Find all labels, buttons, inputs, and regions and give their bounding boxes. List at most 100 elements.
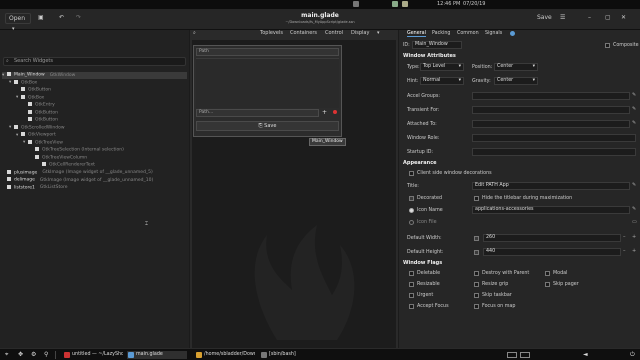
tree-row[interactable]: ▾ GtkTreeView xyxy=(2,139,63,147)
accessibility-icon[interactable] xyxy=(510,31,515,36)
move-icon[interactable]: ✥ xyxy=(18,351,23,358)
position-select[interactable]: Center ▾ xyxy=(494,63,538,71)
tree-row[interactable]: plusimage GtkImage (Image widget of __gla… xyxy=(2,169,153,177)
open-button[interactable]: Open ▾ xyxy=(5,13,31,32)
date[interactable]: 07/20/19 xyxy=(463,1,485,7)
decorated-checkbox[interactable] xyxy=(409,196,414,201)
menu-icon[interactable]: ☰ xyxy=(560,13,565,23)
composite-checkbox[interactable] xyxy=(605,43,610,48)
default-height-field[interactable]: 440 xyxy=(483,248,621,256)
battery-icon[interactable] xyxy=(402,1,408,7)
tree-row[interactable]: GtkCellRendererText xyxy=(2,162,95,169)
icon-file-radio[interactable] xyxy=(409,220,414,225)
type-select[interactable]: Top Level ▾ xyxy=(420,63,464,71)
default-height-decrement-icon[interactable]: – xyxy=(623,248,626,254)
gravity-select[interactable]: Center ▾ xyxy=(494,77,538,85)
app-menu-icon[interactable]: ⌖ xyxy=(5,351,8,359)
window-role-field[interactable] xyxy=(472,134,636,142)
accel-groups-edit-icon[interactable]: ✎ xyxy=(632,92,636,98)
volume-icon[interactable]: ◄ xyxy=(583,351,588,358)
flag-checkbox[interactable] xyxy=(409,304,414,309)
flag-checkbox[interactable] xyxy=(409,271,414,276)
redo-icon[interactable]: ↷ xyxy=(76,13,81,23)
clock[interactable]: 12:46 PM xyxy=(437,1,460,7)
flag-checkbox[interactable] xyxy=(474,293,479,298)
delete-icon[interactable] xyxy=(333,110,337,114)
tab-containers[interactable]: Containers xyxy=(290,30,317,36)
title-edit-icon[interactable]: ✎ xyxy=(632,182,636,188)
network-icon[interactable] xyxy=(392,1,398,7)
palette-more-icon[interactable]: ▾ xyxy=(377,30,380,36)
flag-checkbox[interactable] xyxy=(474,282,479,287)
tree-row[interactable]: ▾ GtkViewport xyxy=(2,132,56,139)
icon-file-browse-icon[interactable]: ▭ xyxy=(632,219,637,225)
sound-icon[interactable] xyxy=(353,1,359,7)
icon-name-radio[interactable] xyxy=(409,208,414,213)
taskbar-item[interactable]: [sbin/bash] xyxy=(260,351,315,359)
tree-row[interactable]: ▾ GtkBox xyxy=(2,79,37,87)
tab-signals[interactable]: Signals xyxy=(485,31,502,36)
close-icon[interactable]: ✕ xyxy=(621,13,626,23)
workspace-canvas[interactable]: Path Path... + ⎘ Save Main_Window ⌶ xyxy=(145,40,396,348)
tree-row[interactable]: liststore1 GtkListStore xyxy=(2,184,67,192)
hint-select[interactable]: Normal ▾ xyxy=(420,77,464,85)
tree-row[interactable]: ▾ GtkBox xyxy=(2,94,44,102)
flag-checkbox[interactable] xyxy=(409,293,414,298)
tree-row[interactable]: GtkTreeSelection (Internal selection) xyxy=(2,147,124,154)
flag-checkbox[interactable] xyxy=(545,271,550,276)
transient-for-edit-icon[interactable]: ✎ xyxy=(632,106,636,112)
tree-row[interactable]: delimage GtkImage (Image widget of __glad… xyxy=(2,177,153,184)
new-file-icon[interactable]: ▣ xyxy=(38,13,44,23)
path-entry-top[interactable]: Path xyxy=(196,48,339,56)
default-width-field[interactable]: 260 xyxy=(483,234,621,242)
search-input[interactable]: ⌕ Search Widgets xyxy=(3,57,186,66)
flag-checkbox[interactable] xyxy=(474,304,479,309)
tab-packing[interactable]: Packing xyxy=(432,31,450,36)
default-width-decrement-icon[interactable]: – xyxy=(623,234,626,240)
maximize-icon[interactable]: ▢ xyxy=(605,13,611,23)
taskbar-item[interactable]: /home/sbladder/Downl... xyxy=(195,351,255,359)
title-field[interactable]: Edit PATH App xyxy=(472,182,630,190)
flag-checkbox[interactable] xyxy=(474,271,479,276)
preview-list[interactable] xyxy=(196,58,339,108)
path-entry-bottom[interactable]: Path... xyxy=(196,109,319,117)
taskbar-item[interactable]: untitled — ~/LazySho... xyxy=(63,351,123,359)
tray-icon-1[interactable] xyxy=(507,352,517,358)
tab-display[interactable]: Display xyxy=(351,30,369,36)
taskbar-item[interactable]: main.glade xyxy=(127,351,187,359)
tree-row[interactable]: GtkButton xyxy=(2,117,58,124)
default-width-checkbox[interactable] xyxy=(474,236,479,241)
icon-name-edit-icon[interactable]: ✎ xyxy=(632,206,636,212)
tree-row[interactable]: GtkButton xyxy=(2,87,51,94)
tab-general[interactable]: General xyxy=(407,31,426,37)
power-icon[interactable]: ⏻ xyxy=(630,351,635,359)
flag-checkbox[interactable] xyxy=(545,282,550,287)
pin-icon[interactable]: ⚲ xyxy=(44,351,48,358)
startup-id-field[interactable] xyxy=(472,148,636,156)
settings-icon[interactable]: ⚙ xyxy=(31,351,36,358)
save-button[interactable]: Save xyxy=(537,13,552,23)
hide-titlebar-checkbox[interactable] xyxy=(474,196,479,201)
plus-icon[interactable]: + xyxy=(322,109,327,116)
attached-to-field[interactable] xyxy=(472,120,630,128)
tray-icon-2[interactable] xyxy=(520,352,530,358)
default-height-checkbox[interactable] xyxy=(474,250,479,255)
transient-for-field[interactable] xyxy=(472,106,630,114)
undo-icon[interactable]: ↶ xyxy=(59,13,64,23)
palette-search-icon[interactable]: ⌕ xyxy=(193,30,196,36)
default-height-increment-icon[interactable]: + xyxy=(632,248,636,254)
tree-row[interactable]: GtkButton xyxy=(2,109,58,117)
tree-row[interactable]: GtkTreeViewColumn xyxy=(2,154,87,162)
tree-row[interactable]: ▾ GtkScrolledWindow xyxy=(2,124,65,132)
attached-to-edit-icon[interactable]: ✎ xyxy=(632,120,636,126)
icon-name-field[interactable]: applications-accessories xyxy=(472,206,630,214)
default-width-increment-icon[interactable]: + xyxy=(632,234,636,240)
tab-toplevels[interactable]: Toplevels xyxy=(260,30,283,36)
csd-checkbox[interactable] xyxy=(409,171,414,176)
minimize-icon[interactable]: – xyxy=(588,13,591,23)
tab-control[interactable]: Control xyxy=(325,30,343,36)
preview-window[interactable]: Path Path... + ⎘ Save xyxy=(193,45,342,137)
accel-groups-field[interactable] xyxy=(472,92,630,100)
flag-checkbox[interactable] xyxy=(409,282,414,287)
tree-row[interactable]: GtkEntry xyxy=(2,102,55,109)
